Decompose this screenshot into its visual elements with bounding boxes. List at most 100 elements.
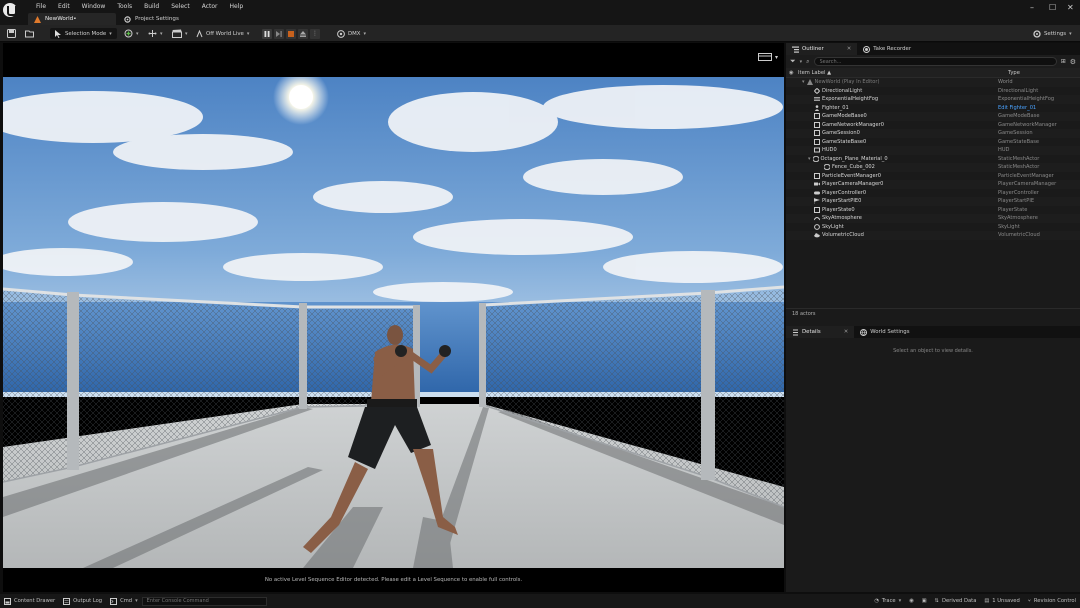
outliner-row[interactable]: PlayerCameraManager0 PlayerCameraManager [786, 180, 1080, 189]
record-session-button[interactable]: ◉ [905, 595, 918, 607]
content-drawer-button[interactable]: Content Drawer [0, 595, 59, 607]
unsaved-label: 1 Unsaved [992, 598, 1020, 604]
browse-button[interactable] [25, 28, 34, 39]
static-mesh-icon [824, 164, 830, 171]
step-icon [276, 30, 282, 37]
expand-icon[interactable]: ▾ [808, 156, 811, 162]
tab-details[interactable]: Details ✕ [786, 326, 855, 338]
pause-button[interactable] [262, 28, 272, 39]
tab-outliner[interactable]: Outliner ✕ [786, 43, 858, 55]
outliner-row[interactable]: GameNetworkManager0 GameNetworkManager [786, 121, 1080, 130]
gear-icon[interactable]: ⚙ [1070, 58, 1076, 66]
outliner-row[interactable]: HUD0 HUD [786, 146, 1080, 155]
derived-data-button[interactable]: ⇅ Derived Data [931, 595, 981, 607]
outliner-row[interactable]: ParticleEventManager0 ParticleEventManag… [786, 172, 1080, 181]
tab-outliner-label: Outliner [802, 46, 824, 52]
outliner-row[interactable]: ▾ Octagon_Plane_Material_0 StaticMeshActo… [786, 155, 1080, 164]
save-button[interactable] [7, 28, 16, 39]
menu-build[interactable]: Build [138, 2, 165, 11]
world-live-dropdown[interactable]: Off World Live ▾ [196, 28, 249, 39]
settings-dropdown[interactable]: Settings ▾ [1033, 28, 1072, 39]
blueprints-button[interactable]: ▾ [148, 28, 163, 39]
chevron-down-icon: ▾ [799, 58, 803, 65]
menu-actor[interactable]: Actor [196, 2, 224, 11]
add-actor-icon [124, 29, 133, 38]
unreal-logo-icon[interactable] [3, 3, 17, 17]
outliner-row[interactable]: ExponentialHeightFog ExponentialHeightFo… [786, 95, 1080, 104]
outliner-search-input[interactable] [813, 57, 1057, 66]
outliner-row[interactable]: Fence_Cube_002 StaticMeshActor [786, 163, 1080, 172]
outliner-item-label: VolumetricCloud [822, 232, 864, 239]
close-icon[interactable]: ✕ [844, 329, 849, 335]
menu-tools[interactable]: Tools [111, 2, 138, 11]
tab-newworld[interactable]: NewWorld• [28, 13, 116, 25]
screenshot-button[interactable]: ▣ [918, 595, 931, 607]
trace-dropdown[interactable]: ◔ Trace ▾ [870, 595, 905, 607]
revision-control-button[interactable]: ⑂ Revision Control [1024, 595, 1080, 607]
item-label-column-header[interactable]: Item Label ▲ [796, 70, 1008, 76]
outliner-row[interactable]: GameStateBase0 GameStateBase [786, 138, 1080, 147]
clapper-icon [172, 29, 182, 38]
unsaved-button[interactable]: ▤ 1 Unsaved [980, 595, 1023, 607]
menu-edit[interactable]: Edit [52, 2, 76, 11]
visibility-column-icon[interactable]: ◉ [786, 70, 796, 76]
add-filter-icon[interactable]: ⊞ [1061, 58, 1066, 65]
selection-mode-label: Selection Mode [65, 30, 107, 37]
eject-button[interactable] [298, 28, 308, 39]
outliner-item-type: GameModeBase [998, 113, 1040, 120]
cmd-dropdown[interactable]: Cmd ▾ [106, 595, 142, 607]
outliner-row[interactable]: DirectionalLight DirectionalLight [786, 87, 1080, 96]
details-empty-hint: Select an object to view details. [893, 348, 973, 354]
outliner-row[interactable]: PlayerState0 PlayerState [786, 206, 1080, 215]
tab-take-recorder[interactable]: Take Recorder [857, 43, 917, 55]
menu-select[interactable]: Select [165, 2, 196, 11]
output-log-button[interactable]: Output Log [59, 595, 106, 607]
stop-button[interactable] [286, 28, 296, 39]
tab-world-settings[interactable]: World Settings [854, 326, 915, 338]
outliner-row[interactable]: GameModeBase0 GameModeBase [786, 112, 1080, 121]
outliner-item-label: Octagon_Plane_Material_0 [820, 155, 888, 162]
outliner-row[interactable]: ▾ NewWorld (Play In Editor) World [786, 78, 1080, 87]
outliner-row[interactable]: PlayerController0 PlayerController [786, 189, 1080, 198]
outliner-item-type: VolumetricCloud [998, 232, 1040, 239]
frame-advance-button[interactable] [274, 28, 284, 39]
outliner-row[interactable]: VolumetricCloud VolumetricCloud [786, 231, 1080, 240]
edit-blueprint-link[interactable]: Edit Fighter_01 [998, 105, 1036, 111]
expand-icon[interactable]: ▾ [802, 79, 805, 85]
actor-count: 18 actors [786, 308, 1080, 319]
play-options-button[interactable]: ⋮ [310, 28, 320, 39]
chevron-down-icon: ▾ [160, 30, 163, 37]
menu-window[interactable]: Window [76, 2, 112, 11]
viewport-layout-menu[interactable]: ▾ [757, 53, 778, 61]
close-icon[interactable]: ✕ [1067, 3, 1074, 12]
minimize-icon[interactable]: – [1030, 3, 1034, 12]
add-actor-button[interactable]: ▾ [124, 28, 139, 39]
camera-icon: ▣ [921, 598, 927, 604]
filter-icon[interactable]: ⏷ [790, 57, 796, 66]
cinematics-button[interactable]: ▾ [172, 28, 188, 39]
trace-icon: ◔ [874, 598, 879, 604]
outliner-row[interactable]: SkyAtmosphere SkyAtmosphere [786, 214, 1080, 223]
selection-mode-dropdown[interactable]: Selection Mode ▾ [50, 28, 117, 39]
outliner-row[interactable]: GameSession0 GameSession [786, 129, 1080, 138]
outliner-item-label: GameModeBase0 [822, 113, 867, 120]
chevron-down-icon: ▾ [774, 53, 778, 61]
game-scene[interactable] [3, 77, 784, 568]
menu-file[interactable]: File [30, 2, 52, 11]
main-menu: File Edit Window Tools Build Select Acto… [30, 2, 249, 11]
details-tabs: Details ✕ World Settings [786, 326, 1080, 338]
close-icon[interactable]: ✕ [847, 46, 852, 52]
outliner-row[interactable]: SkyLight SkyLight [786, 223, 1080, 232]
level-viewport[interactable]: ▾ No active Level Sequence Editor detect… [3, 43, 784, 592]
player-start-icon [814, 198, 820, 205]
outliner-row[interactable]: Fighter_01 Edit Fighter_01 [786, 104, 1080, 113]
derived-data-icon: ⇅ [934, 598, 940, 604]
dmx-dropdown[interactable]: DMX ▾ [337, 28, 366, 39]
tab-project-settings[interactable]: Project Settings [118, 13, 208, 25]
outliner-row[interactable]: PlayerStartPIE0 PlayerStartPIE [786, 197, 1080, 206]
maximize-icon[interactable]: ☐ [1049, 3, 1056, 12]
outliner-item-label: GameNetworkManager0 [822, 121, 885, 128]
console-command-input[interactable] [141, 596, 267, 606]
menu-help[interactable]: Help [224, 2, 250, 11]
type-column-header[interactable]: Type [1008, 70, 1020, 76]
